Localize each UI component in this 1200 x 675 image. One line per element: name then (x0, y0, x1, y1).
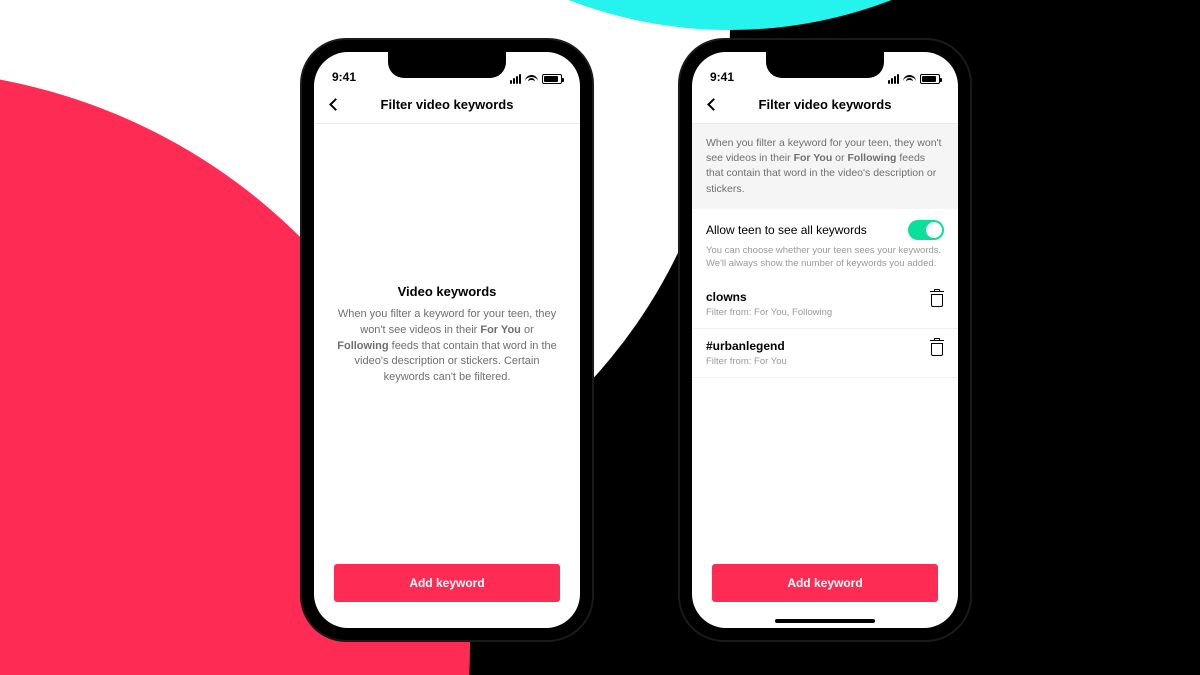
screen-left: 9:41 Filter video keywords Video keyword… (314, 52, 580, 628)
chevron-left-icon (329, 98, 342, 111)
trash-icon (934, 289, 940, 291)
battery-icon (542, 74, 562, 84)
notch (388, 52, 506, 78)
button-area: Add keyword (692, 546, 958, 628)
status-right (510, 74, 562, 84)
allow-keywords-toggle[interactable] (908, 220, 944, 240)
delete-keyword-button[interactable] (930, 291, 944, 307)
status-time: 9:41 (710, 70, 734, 84)
stage: 9:41 Filter video keywords Video keyword… (0, 0, 1200, 675)
keyword-text: clowns (706, 290, 832, 304)
empty-state: Video keywords When you filter a keyword… (314, 284, 580, 387)
page-title: Filter video keywords (314, 97, 580, 112)
empty-state-body: When you filter a keyword for your teen,… (336, 307, 558, 387)
info-banner: When you filter a keyword for your teen,… (692, 124, 958, 209)
chevron-left-icon (707, 98, 720, 111)
nav-bar: Filter video keywords (692, 86, 958, 124)
setting-subtext: You can choose whether your teen sees yo… (706, 244, 944, 271)
notch (766, 52, 884, 78)
add-keyword-button[interactable]: Add keyword (712, 564, 938, 602)
battery-icon (920, 74, 940, 84)
keyword-subtext: Filter from: For You (706, 356, 787, 367)
keyword-text: #urbanlegend (706, 339, 787, 353)
keyword-subtext: Filter from: For You, Following (706, 307, 832, 318)
cellular-icon (510, 74, 521, 84)
wifi-icon (903, 75, 916, 84)
keyword-row: clowns Filter from: For You, Following (692, 280, 958, 329)
screen-right: 9:41 Filter video keywords When you filt… (692, 52, 958, 628)
keyword-info: #urbanlegend Filter from: For You (706, 339, 787, 367)
home-indicator[interactable] (775, 619, 875, 623)
keyword-row: #urbanlegend Filter from: For You (692, 329, 958, 378)
delete-keyword-button[interactable] (930, 340, 944, 356)
trash-icon (934, 338, 940, 340)
setting-label: Allow teen to see all keywords (706, 223, 867, 237)
status-right (888, 74, 940, 84)
spacer (314, 124, 580, 284)
phone-right: 9:41 Filter video keywords When you filt… (680, 40, 970, 640)
page-title: Filter video keywords (692, 97, 958, 112)
spacer (692, 378, 958, 546)
back-button[interactable] (702, 94, 724, 116)
button-area: Add keyword (314, 546, 580, 628)
empty-state-title: Video keywords (336, 284, 558, 299)
wifi-icon (525, 75, 538, 84)
nav-bar: Filter video keywords (314, 86, 580, 124)
back-button[interactable] (324, 94, 346, 116)
add-keyword-button[interactable]: Add keyword (334, 564, 560, 602)
spacer (314, 386, 580, 546)
allow-keywords-setting: Allow teen to see all keywords You can c… (692, 209, 958, 281)
keyword-info: clowns Filter from: For You, Following (706, 290, 832, 318)
cellular-icon (888, 74, 899, 84)
setting-row: Allow teen to see all keywords (706, 220, 944, 240)
status-time: 9:41 (332, 70, 356, 84)
phone-left: 9:41 Filter video keywords Video keyword… (302, 40, 592, 640)
